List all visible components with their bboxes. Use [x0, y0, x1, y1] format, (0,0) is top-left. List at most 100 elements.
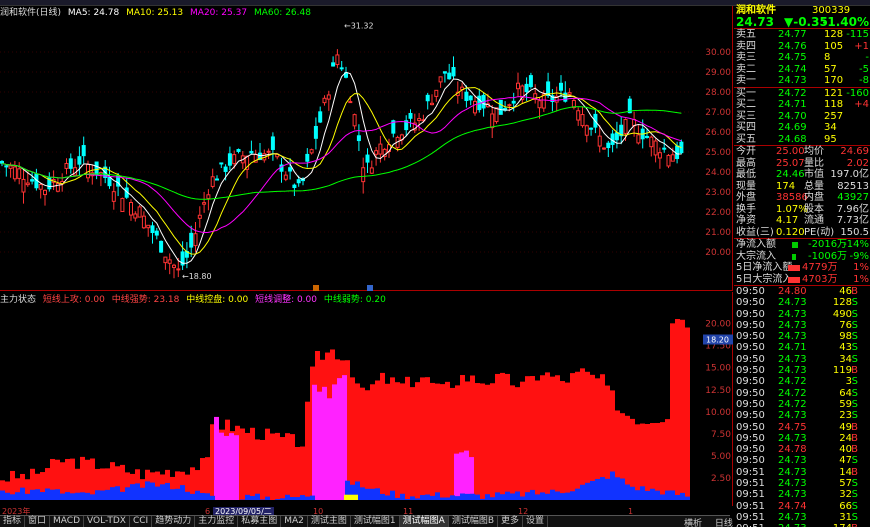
- tab-cci[interactable]: CCI: [130, 516, 153, 527]
- ind-bar-weak: [560, 493, 565, 500]
- tab-test-suba[interactable]: 测试幅图A: [399, 516, 449, 527]
- ind-bar-strong: [280, 437, 285, 500]
- kline-chart[interactable]: 30.00 29.00 28.00 27.00 26.00 25.00 24.00 23.00…: [0, 6, 733, 291]
- ind-bar-strong: [290, 434, 295, 500]
- ind-bar-weak: [210, 495, 215, 500]
- bid-row[interactable]: 买三 24.70 257: [734, 111, 870, 123]
- tab-private-main[interactable]: 私募主图: [238, 516, 282, 527]
- ind-bar-weak: [415, 498, 420, 500]
- ind-bar-adjust: [459, 452, 464, 500]
- tab-indicator[interactable]: 指标: [0, 516, 26, 527]
- ind-bar-weak: [5, 492, 10, 500]
- stat-key: 收益(三): [736, 226, 774, 238]
- price-axis-label: 28.00: [705, 88, 731, 98]
- ind-bar-weak: [115, 486, 120, 500]
- tick-row: 09:51 24.73 31 S: [734, 512, 870, 523]
- tab-trend-power[interactable]: 趋势动力: [152, 516, 196, 527]
- ind-bar-strong: [585, 371, 590, 500]
- tab-macd[interactable]: MACD: [50, 516, 85, 527]
- bid-row[interactable]: 买一 24.72 121 -160: [734, 88, 870, 100]
- tab-test-sub1[interactable]: 测试幅图1: [351, 516, 400, 527]
- event-flag[interactable]: [313, 285, 319, 291]
- tick-row: 09:51 24.74 66 S: [734, 501, 870, 512]
- ask-row[interactable]: 卖二 24.74 57 -5: [734, 64, 870, 76]
- candle-body: [653, 140, 658, 156]
- ask-row[interactable]: 卖三 24.75 8 -: [734, 52, 870, 64]
- tick-price: 24.73: [778, 308, 807, 320]
- tick-row: 09:50 24.72 59 S: [734, 399, 870, 410]
- tab-settings[interactable]: 设置: [523, 516, 549, 527]
- ind-bar-strong: [425, 377, 430, 500]
- ind-bar-weak: [535, 494, 540, 500]
- candle-body: [305, 153, 310, 162]
- tab-window[interactable]: 窗口: [25, 516, 51, 527]
- stat-value: 197.0亿: [830, 169, 869, 180]
- tick-time: 09:50: [736, 455, 765, 467]
- candle-body: [38, 183, 43, 190]
- ind-bar-weak: [70, 493, 75, 500]
- flow-label: 5日大宗流入: [736, 273, 793, 285]
- tab-test-main[interactable]: 测试主图: [308, 516, 351, 527]
- tick-direction: S: [851, 398, 858, 410]
- ind-bar-weak: [450, 495, 455, 500]
- ind-bar-strong: [370, 384, 375, 500]
- ind-bar-weak: [655, 490, 660, 500]
- tab-main-monitor[interactable]: 主力监控: [195, 516, 239, 527]
- candle-body: [107, 176, 112, 187]
- tick-direction: S: [851, 489, 858, 501]
- tab-test-subb[interactable]: 测试幅图B: [449, 516, 499, 527]
- flow-pct: 1%: [853, 262, 869, 273]
- candle-body: [498, 99, 503, 115]
- ind-bar-strong: [475, 383, 480, 500]
- ind-bar-weak: [600, 477, 605, 500]
- tab-analysis[interactable]: 横析: [684, 519, 702, 527]
- tick-volume: 98: [839, 331, 852, 343]
- ind-bar-adjust: [229, 433, 234, 500]
- stat-value: 150.5: [840, 226, 869, 238]
- indicator-svg[interactable]: 20.0017.5015.0012.5010.007.505.002.5018.…: [0, 292, 733, 506]
- candle-body: [516, 82, 520, 90]
- tick-time: 09:50: [736, 297, 765, 309]
- ind-bar-strong: [410, 387, 415, 500]
- candle-body: [223, 166, 228, 172]
- ask-volume: 8: [824, 52, 831, 63]
- tick-price: 24.73: [778, 319, 807, 331]
- ind-bar-weak: [195, 490, 200, 500]
- candle-body: [584, 125, 589, 136]
- tick-price: 24.73: [778, 478, 807, 490]
- candle-body: [473, 100, 477, 114]
- ask-row[interactable]: 卖五 24.77 128 -115: [734, 29, 870, 41]
- tick-direction: B: [851, 365, 858, 377]
- tab-more[interactable]: 更多: [498, 516, 524, 527]
- tick-price: 24.74: [778, 500, 807, 512]
- bid-row[interactable]: 买四 24.69 34: [734, 122, 870, 134]
- tick-row: 09:51 24.73 174B: [734, 523, 870, 527]
- bid-row[interactable]: 买二 24.71 118 +4: [734, 99, 870, 111]
- ask-price: 24.77: [778, 29, 807, 40]
- indicator-legend: 主力状态 短线上攻: 0.00 中线强势: 23.18 中线控盘: 0.00 短…: [0, 294, 390, 306]
- candle-body: [589, 127, 594, 130]
- candle-body: [30, 179, 35, 182]
- ask-row[interactable]: 卖四 24.76 105 +1: [734, 41, 870, 53]
- ind-bar-weak: [290, 497, 295, 500]
- tab-daily[interactable]: 日线: [715, 519, 733, 527]
- candle-body: [447, 72, 452, 80]
- tick-volume: 66: [839, 500, 852, 512]
- ind-bar-weak: [85, 492, 90, 500]
- tab-vol-tdx[interactable]: VOL-TDX: [84, 516, 130, 527]
- event-flag[interactable]: [367, 285, 373, 291]
- tab-ma2[interactable]: MA2: [281, 516, 308, 527]
- kline-svg[interactable]: 30.00 29.00 28.00 27.00 26.00 25.00 24.00 23.00…: [0, 6, 733, 291]
- ind-bar-weak: [180, 485, 185, 500]
- stat-value: 82513: [837, 180, 869, 192]
- ind-bar-weak: [390, 490, 395, 500]
- indicator-chart[interactable]: 20.00 17.50 15.00 12.50 10.00 7.50 5.00 2.50 18.…: [0, 292, 733, 506]
- ask-row[interactable]: 卖一 24.73 170 -8: [734, 75, 870, 87]
- ind-bar-strong: [560, 381, 565, 500]
- tick-list[interactable]: 09:50 24.80 46 B 09:50 24.73 128 S 09:50 24.73 490…: [734, 286, 870, 527]
- bid-row[interactable]: 买五 24.68 95: [734, 134, 870, 146]
- ind-bar-strong: [685, 327, 690, 500]
- ind-bar-weak: [470, 493, 475, 500]
- ind-bar-weak: [165, 482, 170, 500]
- tick-time: 09:50: [736, 444, 765, 456]
